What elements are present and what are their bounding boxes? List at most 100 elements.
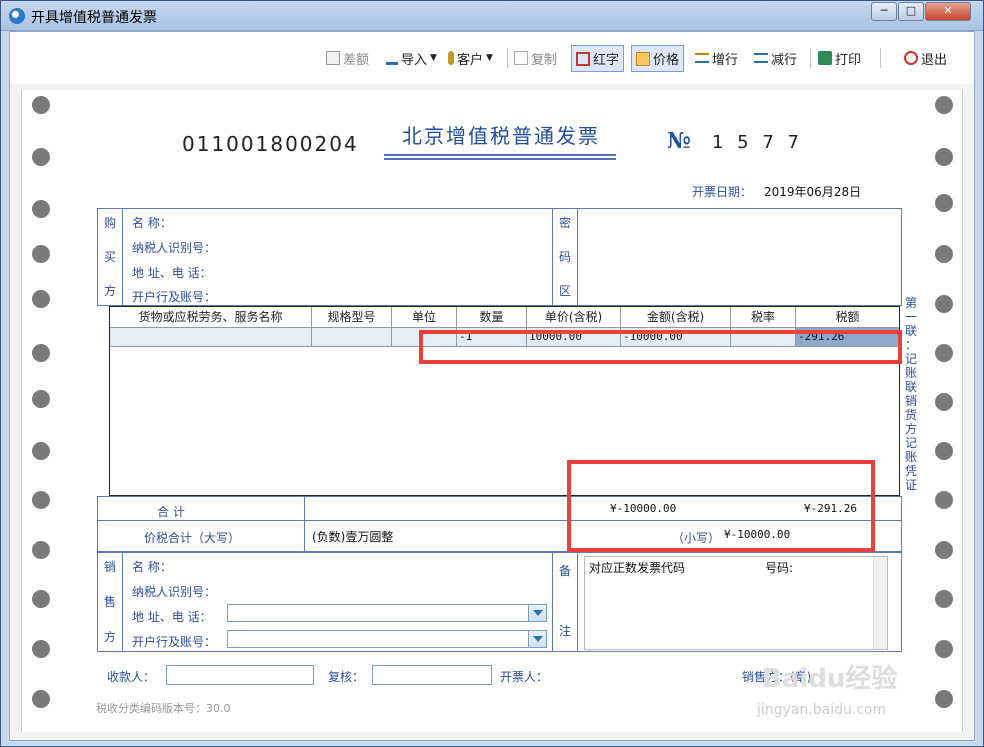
feed-hole <box>935 393 953 411</box>
delete-row-label: 减行 <box>771 52 798 68</box>
cell-spec[interactable] <box>312 328 392 346</box>
column-header: 规格型号 <box>312 307 392 327</box>
side-char: 货 <box>904 408 917 422</box>
buyer-box <box>97 208 902 306</box>
buyer-address-label: 地 址、电 话： <box>132 266 212 280</box>
feed-hole <box>32 148 50 166</box>
import-button[interactable]: 导入 ▼ <box>386 46 437 70</box>
buyer-section-char: 购 <box>103 216 116 230</box>
chevron-down-icon[interactable] <box>528 631 546 647</box>
watermark-url: jingyan.baidu.com <box>757 702 887 718</box>
highlight-box <box>567 460 875 552</box>
invoice-number: 1 5 7 7 <box>712 132 803 153</box>
column-header: 数量 <box>457 307 527 327</box>
feed-hole <box>935 96 953 114</box>
printer-icon <box>818 51 832 65</box>
side-char: 联 <box>904 324 917 338</box>
diff-button[interactable]: 差额 <box>326 46 369 70</box>
side-char: 销 <box>904 394 917 408</box>
print-preview-area: 011001800204 北京增值税普通发票 № 1 5 7 7 开票日期： 2… <box>10 84 974 740</box>
copy-button[interactable]: 复制 <box>514 46 557 70</box>
reviewer-label: 复核： <box>328 670 365 684</box>
drawer-label: 开票人： <box>500 670 549 684</box>
customer-icon <box>448 51 454 65</box>
maximize-button[interactable]: □ <box>898 2 924 21</box>
side-char: ： <box>904 338 917 352</box>
remark-textarea[interactable]: 对应正数发票代码 号码: <box>584 556 888 650</box>
date-label: 开票日期： <box>692 185 753 199</box>
feed-hole <box>32 491 50 509</box>
divider <box>552 552 553 652</box>
cipher-char: 码 <box>558 250 571 264</box>
column-header: 税额 <box>835 310 860 324</box>
buyer-section-char: 方 <box>103 284 116 298</box>
seller-taxid-label: 纳税人识别号： <box>132 585 217 599</box>
reviewer-input[interactable] <box>372 665 492 685</box>
seller-bank-label: 开户行及账号： <box>132 635 217 649</box>
exit-button[interactable]: 退出 <box>904 46 947 70</box>
import-label: 导入 <box>401 52 428 68</box>
feed-hole <box>935 541 953 559</box>
side-char: 第 <box>904 296 917 310</box>
title-bar: 开具增值税普通发票 ─ □ ✕ <box>1 1 983 31</box>
copy-side-text: 第 一 联 ： 记 账 联 销 货 方 记 账 凭 证 <box>904 296 918 492</box>
payee-label: 收款人： <box>107 670 156 684</box>
feed-hole <box>32 640 50 658</box>
column-header: 金额(含税) <box>621 307 731 327</box>
feed-hole <box>935 344 953 362</box>
side-char: 联 <box>904 380 917 394</box>
customer-button[interactable]: 客户 ▼ <box>448 46 493 70</box>
print-button[interactable]: 打印 <box>818 46 861 70</box>
title-rule <box>384 154 616 156</box>
feed-hole <box>32 96 50 114</box>
exit-label: 退出 <box>921 52 948 68</box>
divider <box>122 552 123 652</box>
side-char: 记 <box>904 352 917 366</box>
add-row-button[interactable]: 增行 <box>695 46 738 70</box>
buyer-name-label: 名 称： <box>132 216 172 230</box>
feed-hole <box>935 442 953 460</box>
close-button[interactable]: ✕ <box>925 2 971 21</box>
feed-hole <box>32 390 50 408</box>
grand-total-upper: (负数)壹万圆整 <box>312 530 394 544</box>
app-icon <box>9 8 25 24</box>
divider <box>577 552 578 652</box>
feed-hole <box>935 491 953 509</box>
invoice-code: 011001800204 <box>182 132 359 156</box>
seller-section-char: 销 <box>103 560 116 574</box>
price-button[interactable]: 价格 <box>631 45 685 72</box>
column-header: 单价(含税) <box>527 307 621 327</box>
seller-bank-select[interactable] <box>227 630 547 648</box>
red-invoice-button[interactable]: 红字 <box>571 45 625 72</box>
buyer-taxid-label: 纳税人识别号： <box>132 241 217 255</box>
delete-row-icon <box>754 53 768 63</box>
red-invoice-label: 红字 <box>593 53 620 68</box>
cipher-char: 密 <box>558 216 571 230</box>
side-char: 方 <box>904 422 917 436</box>
title-rule <box>384 158 616 160</box>
remark-scrollbar[interactable] <box>873 557 887 649</box>
copy-label: 复制 <box>531 52 558 68</box>
seller-address-label: 地 址、电 话： <box>132 610 212 624</box>
seller-address-select[interactable] <box>227 604 547 622</box>
seller-name-label: 名 称： <box>132 560 172 574</box>
copy-icon <box>514 51 528 65</box>
side-char: 记 <box>904 436 917 450</box>
payee-input[interactable] <box>166 665 314 685</box>
invoice-window: 开具增值税普通发票 ─ □ ✕ 差额 导入 ▼ 客户 ▼ 复制 红字 价格 增行… <box>0 0 984 747</box>
column-header: 单位 <box>392 307 457 327</box>
feed-hole <box>32 245 50 263</box>
total-label: 合 计 <box>157 505 185 519</box>
delete-row-button[interactable]: 减行 <box>754 46 797 70</box>
column-header: 税率 <box>731 307 796 327</box>
invoice-date: 2019年06月28日 <box>764 185 862 199</box>
grand-total-label: 价税合计（大写） <box>144 531 241 545</box>
feed-hole <box>32 590 50 608</box>
price-icon <box>636 51 650 66</box>
price-label: 价格 <box>653 53 680 68</box>
chevron-down-icon[interactable] <box>528 605 546 621</box>
customer-label: 客户 <box>457 52 484 68</box>
remark-number-label: 号码: <box>765 561 794 575</box>
cell-goods-name[interactable] <box>110 328 312 346</box>
minimize-button[interactable]: ─ <box>871 2 897 21</box>
